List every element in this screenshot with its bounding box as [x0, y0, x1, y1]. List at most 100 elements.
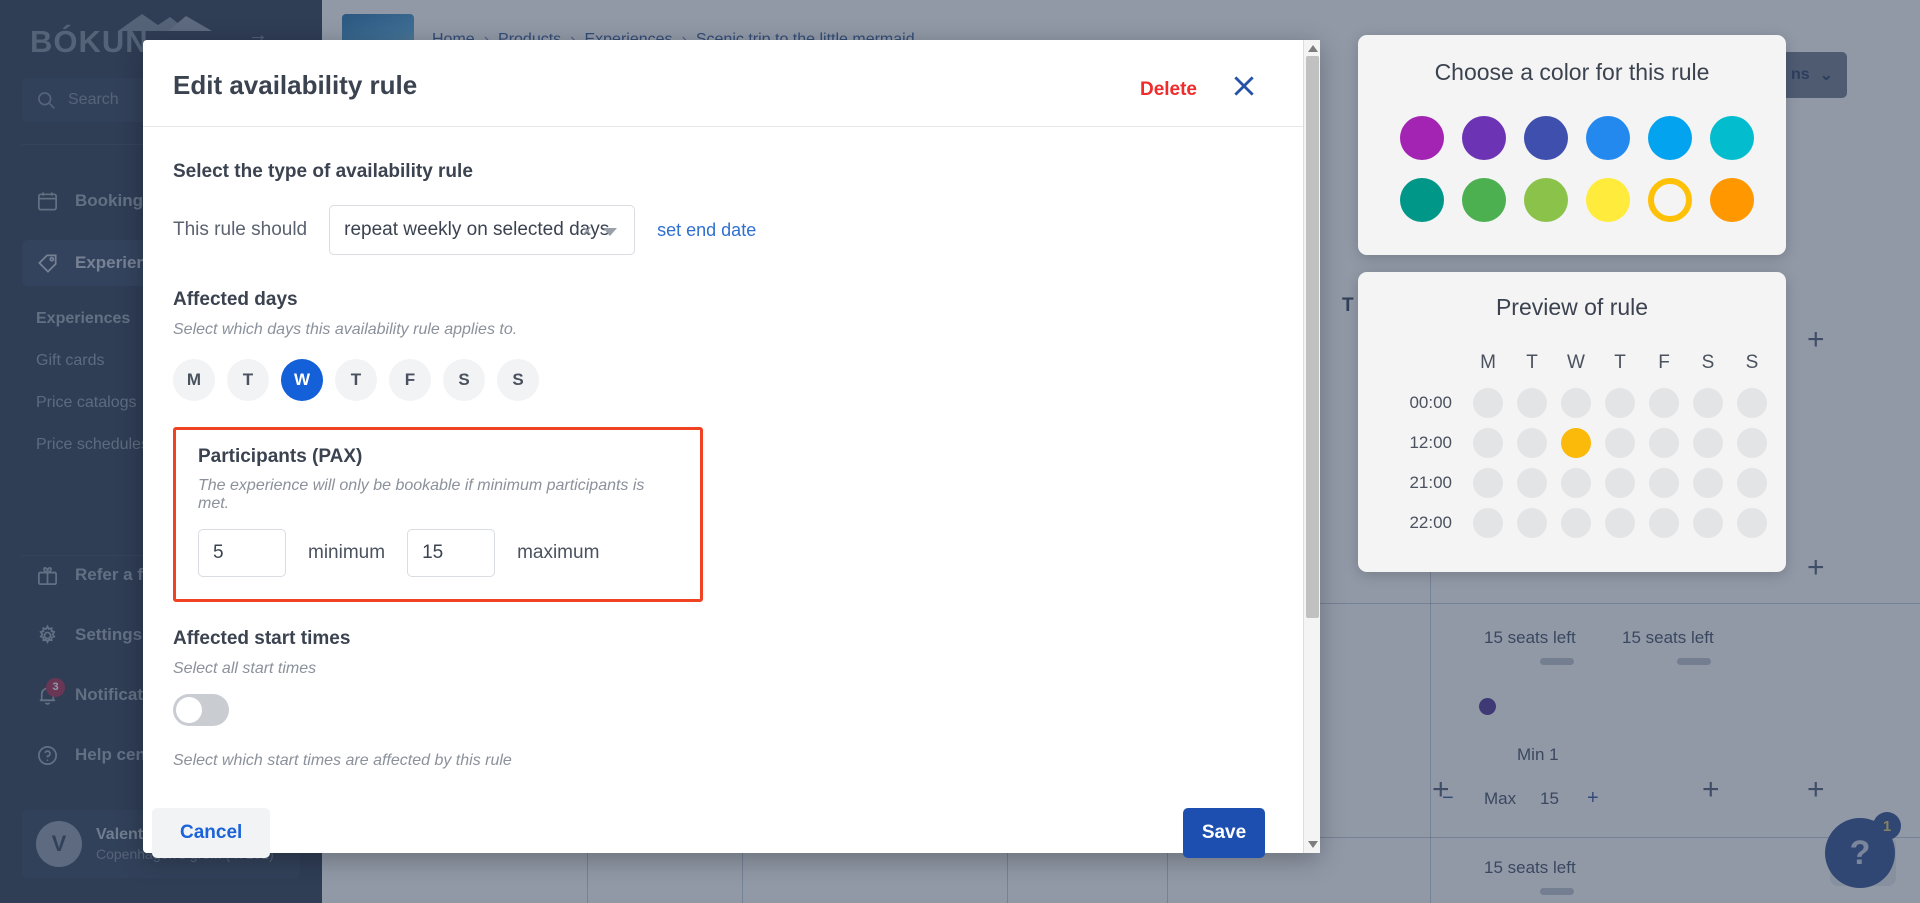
color-swatch-9[interactable] [1586, 178, 1630, 222]
preview-cell[interactable] [1598, 508, 1642, 538]
set-end-date-link[interactable]: set end date [657, 220, 756, 241]
preview-cell[interactable] [1598, 428, 1642, 458]
modal-scrollbar[interactable] [1303, 40, 1320, 853]
rule-type-label: This rule should [173, 219, 308, 240]
toggle-knob [176, 697, 202, 723]
preview-day-header-0: M [1480, 352, 1496, 373]
preview-dot [1561, 468, 1591, 498]
chevron-down-icon[interactable] [603, 228, 618, 236]
select-all-start-times-toggle[interactable] [173, 694, 229, 726]
preview-header-row: MTWTFSS [1358, 343, 1786, 383]
preview-cell[interactable] [1730, 508, 1774, 538]
save-button[interactable]: Save [1183, 808, 1265, 858]
preview-dot [1473, 468, 1503, 498]
preview-row: 12:00 [1358, 423, 1786, 463]
color-swatch-grid [1358, 86, 1786, 222]
preview-cell[interactable] [1598, 468, 1642, 498]
color-swatch-8[interactable] [1524, 178, 1568, 222]
preview-day-header-6: S [1745, 352, 1759, 373]
color-swatch-0[interactable] [1400, 116, 1444, 160]
preview-dot [1649, 388, 1679, 418]
preview-dot [1693, 508, 1723, 538]
preview-cell[interactable] [1466, 428, 1510, 458]
preview-cell[interactable] [1642, 388, 1686, 418]
min-pax-value: 5 [213, 542, 224, 563]
color-swatch-10[interactable] [1648, 178, 1692, 222]
close-icon[interactable] [1231, 73, 1257, 99]
color-swatch-3[interactable] [1586, 116, 1630, 160]
start-times-heading: Affected start times [173, 628, 351, 649]
preview-cell[interactable] [1686, 388, 1730, 418]
preview-time-label: 12:00 [1409, 433, 1452, 452]
preview-cell[interactable] [1642, 468, 1686, 498]
preview-cell[interactable] [1510, 468, 1554, 498]
day-pill-4[interactable]: F [389, 359, 431, 401]
rule-type-value: repeat weekly on selected days [344, 219, 610, 240]
preview-dot [1473, 428, 1503, 458]
rule-type-row: This rule should repeat weekly on select… [173, 205, 1289, 255]
preview-cell[interactable] [1730, 388, 1774, 418]
preview-row: 21:00 [1358, 463, 1786, 503]
min-pax-input[interactable]: 5 [198, 529, 286, 577]
preview-cell[interactable] [1510, 428, 1554, 458]
preview-dot [1693, 468, 1723, 498]
day-pill-2[interactable]: W [281, 359, 323, 401]
participants-heading: Participants (PAX) [198, 446, 363, 467]
preview-time-label: 00:00 [1409, 393, 1452, 412]
preview-cell[interactable] [1642, 428, 1686, 458]
color-swatch-6[interactable] [1400, 178, 1444, 222]
preview-cell[interactable] [1686, 428, 1730, 458]
preview-dot [1473, 388, 1503, 418]
preview-dot [1561, 388, 1591, 418]
preview-cell[interactable] [1554, 388, 1598, 418]
preview-cell[interactable] [1730, 428, 1774, 458]
preview-grid: M T W T F S S 00:00 12:00 21:00 22:00 [1358, 321, 1786, 543]
preview-cell[interactable] [1598, 388, 1642, 418]
preview-cell[interactable] [1466, 388, 1510, 418]
rule-type-select[interactable]: repeat weekly on selected days × [329, 205, 636, 255]
color-swatch-1[interactable] [1462, 116, 1506, 160]
preview-row: 00:00 [1358, 383, 1786, 423]
cancel-button[interactable]: Cancel [152, 808, 271, 858]
preview-cell[interactable] [1686, 468, 1730, 498]
preview-cell[interactable] [1554, 508, 1598, 538]
scroll-down-icon[interactable] [1308, 841, 1318, 848]
color-swatch-4[interactable] [1648, 116, 1692, 160]
day-pill-0[interactable]: M [173, 359, 215, 401]
preview-dot-active [1561, 428, 1591, 458]
delete-button[interactable]: Delete [1140, 79, 1197, 101]
preview-day-header-4: F [1658, 352, 1670, 373]
day-pill-5[interactable]: S [443, 359, 485, 401]
day-pill-1[interactable]: T [227, 359, 269, 401]
preview-cell[interactable] [1686, 508, 1730, 538]
max-pax-input[interactable]: 15 [407, 529, 496, 577]
preview-cell[interactable] [1730, 468, 1774, 498]
color-swatch-5[interactable] [1710, 116, 1754, 160]
preview-day-header-2: W [1567, 352, 1585, 373]
max-pax-label: maximum [517, 542, 600, 563]
preview-dot [1737, 388, 1767, 418]
day-pill-6[interactable]: S [497, 359, 539, 401]
preview-cell[interactable] [1554, 428, 1598, 458]
preview-cell[interactable] [1510, 388, 1554, 418]
clear-icon[interactable]: × [582, 221, 593, 242]
preview-dot [1561, 508, 1591, 538]
preview-cell[interactable] [1554, 468, 1598, 498]
preview-cell[interactable] [1466, 508, 1510, 538]
scrollbar-thumb[interactable] [1306, 56, 1319, 618]
preview-dot [1605, 428, 1635, 458]
affected-days-picker: MTWTFSS [173, 359, 1289, 401]
color-swatch-7[interactable] [1462, 178, 1506, 222]
preview-dot [1737, 508, 1767, 538]
day-pill-3[interactable]: T [335, 359, 377, 401]
preview-dot [1517, 428, 1547, 458]
color-swatch-2[interactable] [1524, 116, 1568, 160]
color-swatch-11[interactable] [1710, 178, 1754, 222]
preview-dot [1473, 508, 1503, 538]
preview-cell[interactable] [1466, 468, 1510, 498]
preview-day-header-5: S [1701, 352, 1715, 373]
preview-dot [1737, 428, 1767, 458]
preview-cell[interactable] [1642, 508, 1686, 538]
preview-cell[interactable] [1510, 508, 1554, 538]
scroll-up-icon[interactable] [1308, 45, 1318, 52]
